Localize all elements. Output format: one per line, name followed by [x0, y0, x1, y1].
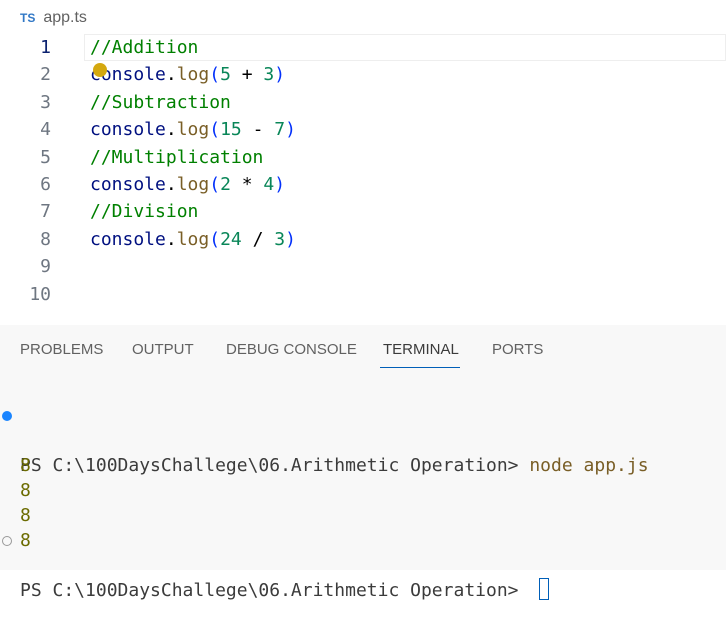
- code-token: //Addition: [90, 37, 199, 58]
- code-text: console.log(24 / 3): [90, 226, 296, 253]
- tab-ports[interactable]: PORTS: [492, 341, 543, 358]
- code-text: //Multiplication: [90, 144, 263, 171]
- code-token: console: [90, 228, 166, 250]
- code-token: 2: [220, 174, 231, 195]
- code-token: .: [165, 228, 177, 250]
- code-token: (: [209, 174, 221, 195]
- tab-terminal[interactable]: TERMINAL: [383, 341, 459, 358]
- code-line[interactable]: 2 console.log(5 + 3): [0, 61, 726, 88]
- code-text: //Division: [90, 198, 198, 225]
- code-text: console.log(15 - 7): [90, 116, 296, 143]
- editor-tab-bar: TS app.ts: [0, 0, 726, 36]
- line-number: 6: [40, 174, 51, 195]
- code-token: (: [209, 64, 221, 86]
- code-token: 15: [220, 119, 242, 141]
- code-line[interactable]: 6 console.log(2 * 4): [0, 171, 726, 198]
- tab-problems[interactable]: PROBLEMS: [20, 341, 103, 358]
- bottom-panel: PROBLEMS OUTPUT DEBUG CONSOLE TERMINAL P…: [0, 325, 726, 601]
- code-token: 3: [274, 228, 286, 250]
- code-line[interactable]: 4 console.log(15 - 7): [0, 116, 726, 143]
- code-token: 7: [274, 119, 286, 141]
- tab-debug-console[interactable]: DEBUG CONSOLE: [226, 341, 357, 358]
- line-number: 9: [40, 256, 51, 278]
- terminal-output-line: 8: [0, 428, 726, 476]
- command-pending-dot-icon: [2, 536, 12, 546]
- code-line[interactable]: 5 //Multiplication: [0, 144, 726, 171]
- line-number: 3: [40, 91, 51, 113]
- code-token: .: [165, 64, 177, 86]
- code-text: //Subtraction: [90, 89, 231, 116]
- code-token: log: [176, 119, 210, 141]
- code-token: //Subtraction: [90, 91, 231, 113]
- lightbulb-icon[interactable]: [93, 63, 107, 77]
- code-token: (: [209, 228, 221, 250]
- code-token: ): [274, 174, 286, 195]
- code-line[interactable]: 8 console.log(24 / 3): [0, 226, 726, 253]
- line-number: 8: [40, 228, 51, 250]
- code-token: //Division: [90, 201, 199, 223]
- terminal-output-line: 8: [0, 453, 726, 501]
- code-token: (: [209, 119, 221, 141]
- terminal-line-prompt[interactable]: PS C:\100DaysChallege\06.Arithmetic Oper…: [0, 528, 726, 601]
- active-tab-indicator: [380, 367, 460, 368]
- terminal-prompt: PS C:\100DaysChallege\06.Arithmetic Oper…: [20, 580, 530, 601]
- tab-output[interactable]: OUTPUT: [132, 341, 194, 358]
- editor-tab-app-ts[interactable]: TS app.ts: [0, 0, 87, 36]
- line-number: 2: [40, 64, 51, 86]
- code-token: log: [176, 174, 210, 195]
- code-text: console.log(5 + 3): [90, 61, 285, 88]
- command-success-dot-icon[interactable]: [2, 411, 12, 421]
- code-token: 5: [220, 64, 231, 86]
- code-text: console.log(2 * 4): [90, 171, 285, 198]
- line-number: 7: [40, 201, 51, 223]
- code-token: //Multiplication: [90, 146, 264, 168]
- tab-filename: app.ts: [43, 9, 87, 26]
- code-token: .: [165, 119, 177, 141]
- line-number: 1: [40, 37, 51, 58]
- code-line[interactable]: 3 //Subtraction: [0, 89, 726, 116]
- code-token: 4: [263, 174, 275, 195]
- code-token: -: [241, 119, 275, 141]
- terminal-cursor: [539, 578, 550, 600]
- typescript-file-icon: TS: [20, 11, 36, 25]
- code-text: //Addition: [90, 34, 198, 61]
- code-line[interactable]: 10: [0, 281, 726, 308]
- code-line[interactable]: 1 //Addition: [0, 34, 726, 61]
- code-token: log: [176, 228, 210, 250]
- code-token: *: [230, 174, 264, 195]
- code-token: 24: [220, 228, 242, 250]
- code-token: console: [90, 174, 166, 195]
- code-token: +: [230, 64, 264, 86]
- terminal-line-command: PS C:\100DaysChallege\06.Arithmetic Oper…: [0, 403, 726, 476]
- code-token: ): [274, 64, 286, 86]
- code-editor[interactable]: 1//Addition 2 console.log(5 + 3) 3//Subtrac…: [0, 33, 726, 325]
- code-token: /: [241, 228, 275, 250]
- code-token: .: [165, 174, 177, 195]
- code-token: ): [285, 119, 296, 141]
- line-number: 10: [29, 283, 51, 305]
- code-token: 3: [263, 64, 275, 86]
- code-line[interactable]: 7 //Division: [0, 198, 726, 225]
- code-token: log: [176, 64, 210, 86]
- code-token: ): [285, 228, 296, 250]
- code-token: console: [90, 119, 166, 141]
- line-number: 5: [40, 146, 51, 168]
- terminal-output-line: 8: [0, 478, 726, 526]
- line-number: 4: [40, 119, 51, 141]
- code-line[interactable]: 9: [0, 253, 726, 280]
- terminal-output-line: 8: [0, 503, 726, 551]
